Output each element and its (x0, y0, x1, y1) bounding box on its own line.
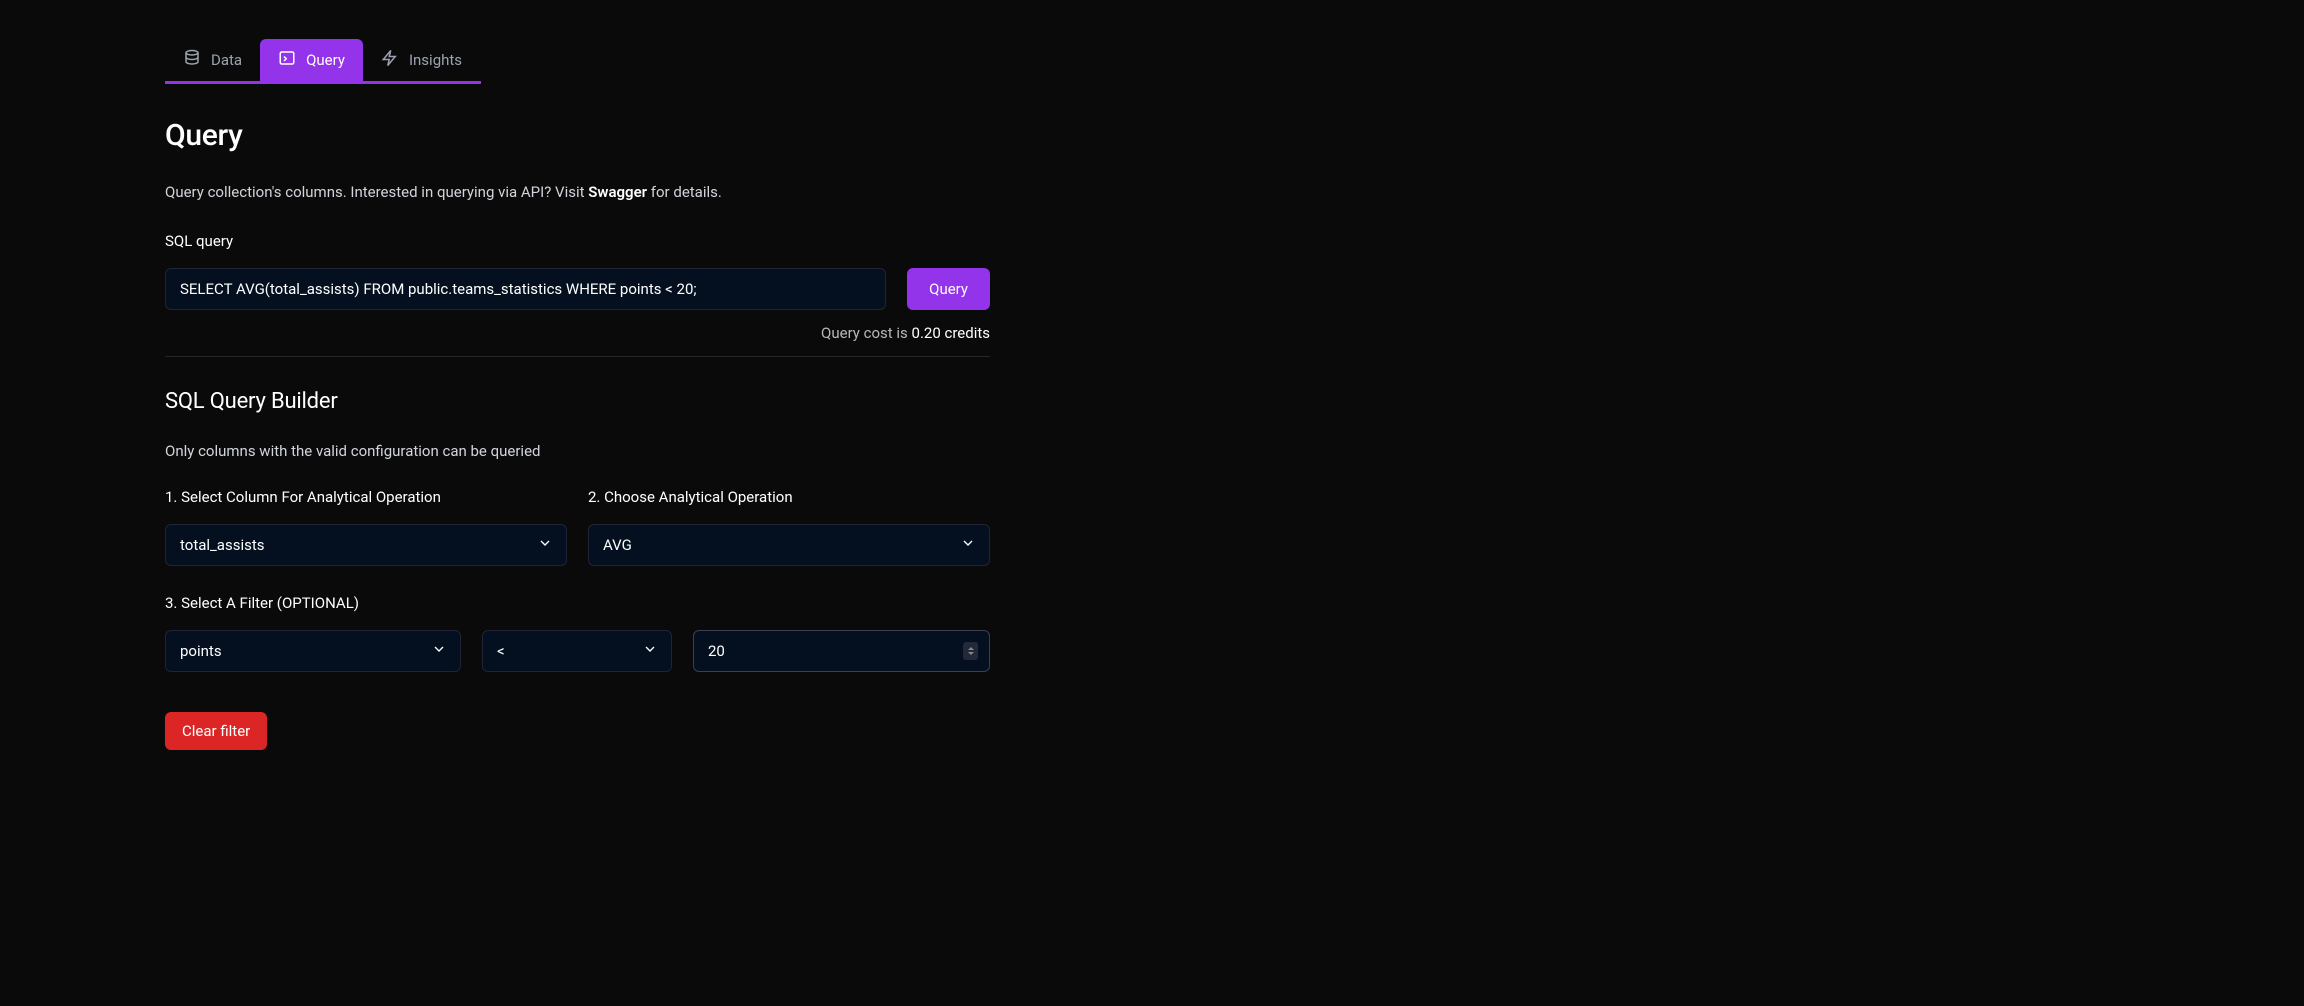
builder-title: SQL Query Builder (165, 389, 990, 414)
sql-query-input[interactable] (165, 268, 886, 310)
query-button[interactable]: Query (907, 268, 990, 310)
filter-value-input[interactable] (693, 630, 990, 672)
number-stepper[interactable] (963, 642, 978, 660)
step3-label: 3. Select A Filter (OPTIONAL) (165, 594, 990, 612)
tab-insights[interactable]: Insights (363, 39, 480, 81)
terminal-icon (278, 49, 296, 71)
page-description: Query collection's columns. Interested i… (165, 181, 990, 204)
tab-data[interactable]: Data (165, 39, 260, 81)
tab-query-label: Query (306, 51, 345, 69)
tab-bar: Data Query Insights (165, 39, 481, 84)
builder-description: Only columns with the valid configuratio… (165, 442, 990, 460)
query-cost: Query cost is 0.20 credits (165, 324, 990, 342)
step1-label: 1. Select Column For Analytical Operatio… (165, 488, 567, 506)
tab-query[interactable]: Query (260, 39, 363, 81)
page-title: Query (165, 118, 990, 153)
divider (165, 356, 990, 357)
sql-query-label: SQL query (165, 232, 990, 250)
column-select[interactable]: total_assists (165, 524, 567, 566)
step2-label: 2. Choose Analytical Operation (588, 488, 990, 506)
operation-select[interactable]: AVG (588, 524, 990, 566)
clear-filter-button[interactable]: Clear filter (165, 712, 267, 750)
filter-operator-select[interactable]: < (482, 630, 672, 672)
lightning-icon (381, 49, 399, 71)
tab-insights-label: Insights (409, 51, 462, 69)
tab-data-label: Data (211, 51, 242, 69)
filter-column-select[interactable]: points (165, 630, 461, 672)
database-icon (183, 49, 201, 71)
swagger-link[interactable]: Swagger (588, 183, 647, 201)
